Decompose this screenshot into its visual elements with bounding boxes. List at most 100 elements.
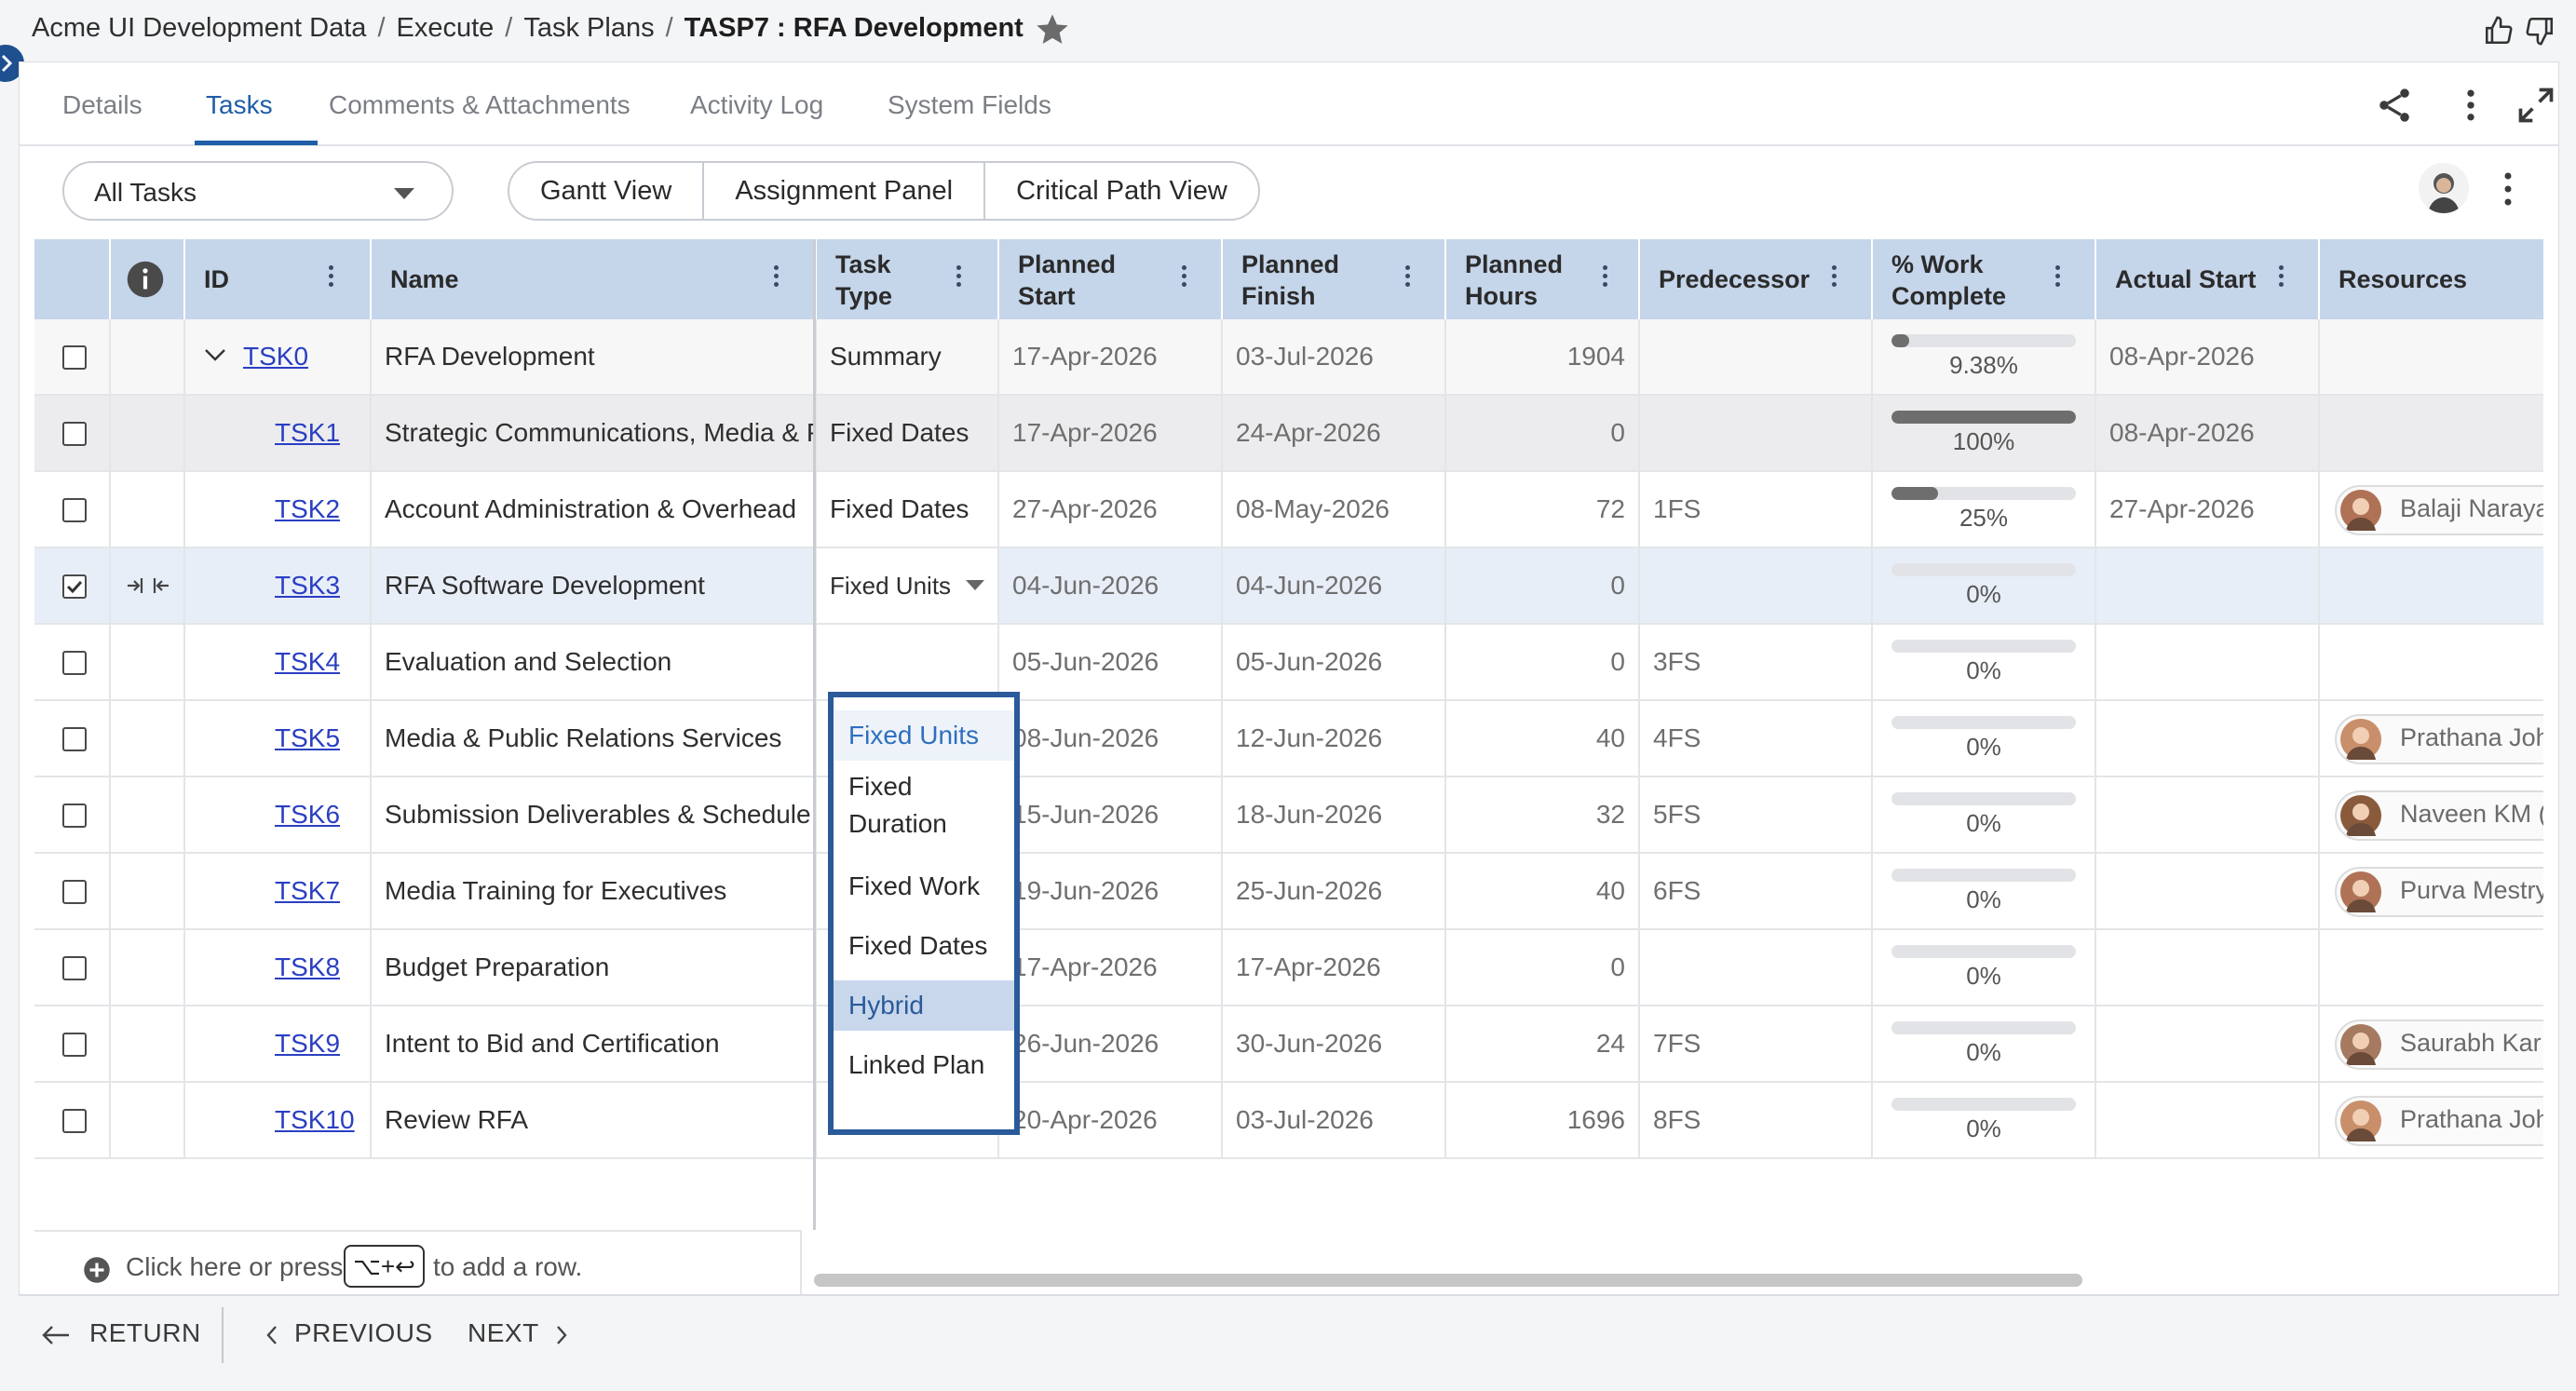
row-checkbox[interactable] [62,574,87,599]
column-menu-icon[interactable] [329,265,336,290]
horizontal-scrollbar[interactable] [814,1274,2082,1287]
name-column-header[interactable]: Name [372,239,817,319]
task-type-cell[interactable]: Summary [817,319,999,394]
column-menu-icon[interactable] [1603,265,1610,290]
task-type-input[interactable]: Fixed Units [830,570,951,601]
work-complete-column-header[interactable]: % Work Complete [1873,239,2096,319]
task-id-link[interactable]: TSK5 [275,723,340,754]
row-checkbox[interactable] [62,804,87,828]
task-type-option[interactable]: Linked Plan [834,1040,1014,1090]
previous-button[interactable]: PREVIOUS [264,1318,433,1348]
task-type-cell[interactable] [817,625,999,699]
planned-finish-column-header[interactable]: Planned Finish [1223,239,1446,319]
task-filter-dropdown[interactable]: All Tasks [62,161,454,221]
task-name-cell[interactable]: RFA Software Development [372,548,817,623]
task-name-cell[interactable]: Intent to Bid and Certification [372,1006,817,1081]
add-row-prompt[interactable]: Click here or press ⌥+↩ to add a row. [34,1230,802,1304]
tab-comments-attachments[interactable]: Comments & Attachments [329,90,630,120]
table-row[interactable]: TSK9Intent to Bid and CertificationFixed… [34,1006,2543,1083]
grid-more-options-icon[interactable] [2497,169,2519,209]
task-id-link[interactable]: TSK10 [275,1104,355,1136]
task-name-cell[interactable]: RFA Development [372,319,817,394]
task-name-cell[interactable]: Review RFA [372,1083,817,1157]
thumbs-up-icon[interactable] [2483,15,2516,48]
indent-outdent-icon[interactable] [126,573,170,605]
task-name-cell[interactable]: Strategic Communications, Media & P [372,396,817,470]
favorite-star-icon[interactable] [1034,11,1071,48]
task-id-link[interactable]: TSK3 [275,570,340,601]
chevron-down-icon[interactable] [966,580,984,590]
task-name-cell[interactable]: Submission Deliverables & Schedule [372,777,817,852]
task-id-link[interactable]: TSK6 [275,799,340,831]
task-id-link[interactable]: TSK1 [275,417,340,449]
next-button[interactable]: NEXT [468,1318,569,1348]
gantt-view-button[interactable]: Gantt View [509,163,705,219]
task-name-cell[interactable]: Media & Public Relations Services [372,701,817,776]
task-type-option[interactable]: Hybrid [834,980,1014,1031]
task-id-link[interactable]: TSK7 [275,875,340,907]
task-type-cell[interactable]: Fixed Dates [817,396,999,470]
tab-details[interactable]: Details [62,90,142,120]
task-type-option[interactable]: Fixed Dates [834,921,1014,971]
resource-chip[interactable]: Naveen KM ( [2335,790,2543,841]
planned-start-column-header[interactable]: Planned Start [999,239,1223,319]
table-row[interactable]: TSK8 Budget Preparation 17-Apr-2026 17-Apr-… [34,930,2543,1006]
task-name-cell[interactable]: Evaluation and Selection [372,625,817,699]
task-name-cell[interactable]: Account Administration & Overhead [372,472,817,547]
collapse-chevron-icon[interactable] [202,342,228,374]
column-menu-icon[interactable] [1182,265,1189,290]
tab-tasks[interactable]: Tasks [206,90,273,120]
table-row[interactable]: TSK2 Account Administration & Overhead Fix… [34,472,2543,548]
avatar[interactable] [2419,163,2469,213]
row-checkbox[interactable] [62,1033,87,1057]
row-checkbox[interactable] [62,880,87,904]
task-id-link[interactable]: TSK8 [275,952,340,983]
row-checkbox[interactable] [62,498,87,522]
resource-chip[interactable]: Saurabh Kar ( [2335,1020,2543,1070]
table-row[interactable]: TSK3 RFA Software Development Fixed Units 0… [34,548,2543,625]
critical-path-view-button[interactable]: Critical Path View [985,163,1258,219]
resource-chip[interactable]: Prathana Joh [2335,714,2543,764]
resource-chip[interactable]: Prathana Joh [2335,1096,2543,1146]
resources-column-header[interactable]: Resources [2320,239,2543,319]
row-checkbox[interactable] [62,1109,87,1133]
task-id-link[interactable]: TSK0 [243,341,308,372]
assignment-panel-button[interactable]: Assignment Panel [704,163,986,219]
task-id-link[interactable]: TSK9 [275,1028,340,1060]
column-menu-icon[interactable] [2055,265,2063,290]
table-row[interactable]: TSK10Review RFAFixed Dates20-Apr-202603-… [34,1083,2543,1159]
table-row[interactable]: TSK5 Media & Public Relations Services 08-… [34,701,2543,777]
tab-system-fields[interactable]: System Fields [888,90,1051,120]
table-row[interactable]: TSK4 Evaluation and Selection 05-Jun-2026 0… [34,625,2543,701]
task-type-editor[interactable]: Fixed Units [817,548,999,623]
table-row[interactable]: TSK0 RFA Development Summary 17-Apr-2026 03-… [34,319,2543,396]
table-row[interactable]: TSK7 Media Training for Executives 19-Jun-… [34,854,2543,930]
task-name-cell[interactable]: Media Training for Executives [372,854,817,928]
table-row[interactable]: TSK6 Submission Deliverables & Schedule 15… [34,777,2543,854]
task-type-column-header[interactable]: Task Type [817,239,999,319]
actual-start-column-header[interactable]: Actual Start [2096,239,2320,319]
row-checkbox[interactable] [62,422,87,446]
planned-hours-column-header[interactable]: Planned Hours [1446,239,1640,319]
column-menu-icon[interactable] [1832,265,1839,290]
row-checkbox[interactable] [62,727,87,751]
column-menu-icon[interactable] [2279,265,2286,290]
task-type-option[interactable]: Fixed Units [834,710,1014,761]
predecessor-column-header[interactable]: Predecessor [1640,239,1873,319]
column-menu-icon[interactable] [956,265,964,290]
breadcrumb-item[interactable]: Acme UI Development Data [32,13,366,43]
more-options-icon[interactable] [2450,85,2491,126]
return-button[interactable]: RETURN [41,1318,201,1348]
row-checkbox[interactable] [62,345,87,370]
task-id-link[interactable]: TSK4 [275,646,340,678]
breadcrumb-item[interactable]: Execute [397,13,495,43]
row-checkbox[interactable] [62,651,87,675]
task-id-link[interactable]: TSK2 [275,493,340,525]
share-icon[interactable] [2374,85,2415,126]
column-menu-icon[interactable] [774,265,781,290]
resource-chip[interactable]: Purva Mestry [2335,867,2543,917]
column-menu-icon[interactable] [1405,265,1413,290]
id-column-header[interactable]: ID [185,239,372,319]
resource-chip[interactable]: Balaji Narayan [2335,485,2543,535]
row-checkbox[interactable] [62,956,87,980]
